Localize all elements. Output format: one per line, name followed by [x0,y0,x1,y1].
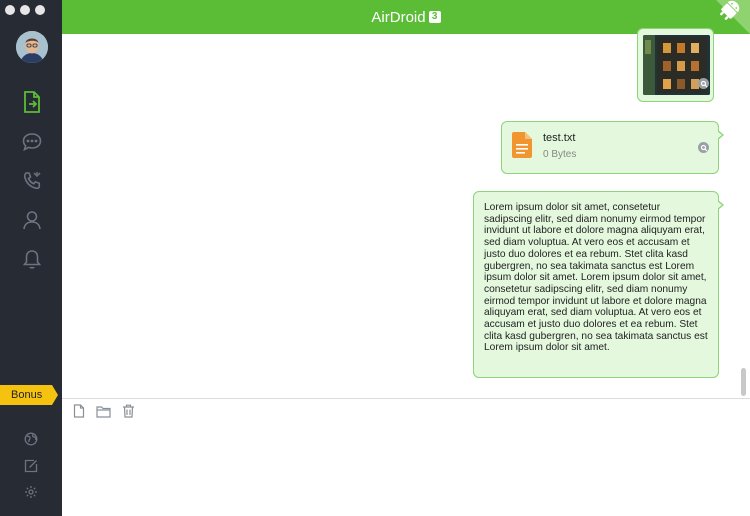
settings-button[interactable] [23,484,39,500]
trash-icon [122,404,134,418]
sidebar-item-file-transfer[interactable] [19,89,45,115]
edit-icon [24,459,38,473]
app-title-text: AirDroid [371,8,426,26]
version-badge: 3 [428,11,441,23]
message-text: Lorem ipsum dolor sit amet, consetetur s… [484,202,708,354]
bubble-tail [717,130,724,140]
contacts-icon [23,211,41,230]
image-message[interactable] [637,28,714,102]
sidebar-item-notifications[interactable] [19,246,45,272]
file-preview-icon[interactable] [698,142,709,153]
settings-icon [25,486,37,498]
text-message[interactable]: Lorem ipsum dolor sit amet, consetetur s… [473,191,724,378]
send-file-button[interactable] [72,404,86,418]
sidebar: Bonus [0,0,62,516]
message-input[interactable] [72,425,740,508]
sidebar-item-messages[interactable] [19,129,45,155]
window-close-button[interactable] [5,5,15,15]
document-icon [512,132,532,158]
file-transfer-icon [24,91,40,113]
edit-button[interactable] [23,458,39,474]
window-zoom-button[interactable] [35,5,45,15]
file-size: 0 Bytes [543,149,577,160]
android-icon [716,0,750,34]
file-message[interactable]: test.txt 0 Bytes [501,121,724,174]
composer [62,398,750,516]
notifications-icon [22,250,42,269]
file-name: test.txt [543,132,576,144]
globe-button[interactable] [23,431,39,447]
messages-icon [22,133,42,152]
bubble-tail [717,200,724,210]
file-icon [73,404,85,418]
chat-scrollbar[interactable] [741,368,746,396]
globe-icon [24,432,38,446]
window-minimize-button[interactable] [20,5,30,15]
bonus-label: Bonus [11,389,43,401]
sidebar-item-contacts[interactable] [19,207,45,233]
chat-area: test.txt 0 Bytes Lorem ipsum dolor sit a… [62,28,750,398]
device-corner[interactable] [710,0,750,34]
window-controls [5,5,45,15]
clear-button[interactable] [121,404,135,418]
calls-icon [23,172,41,190]
zoom-icon[interactable] [698,78,709,89]
folder-icon [95,405,111,418]
send-folder-button[interactable] [95,404,111,418]
avatar[interactable] [16,31,48,63]
bonus-badge[interactable]: Bonus [0,385,58,405]
sidebar-item-calls[interactable] [19,168,45,194]
